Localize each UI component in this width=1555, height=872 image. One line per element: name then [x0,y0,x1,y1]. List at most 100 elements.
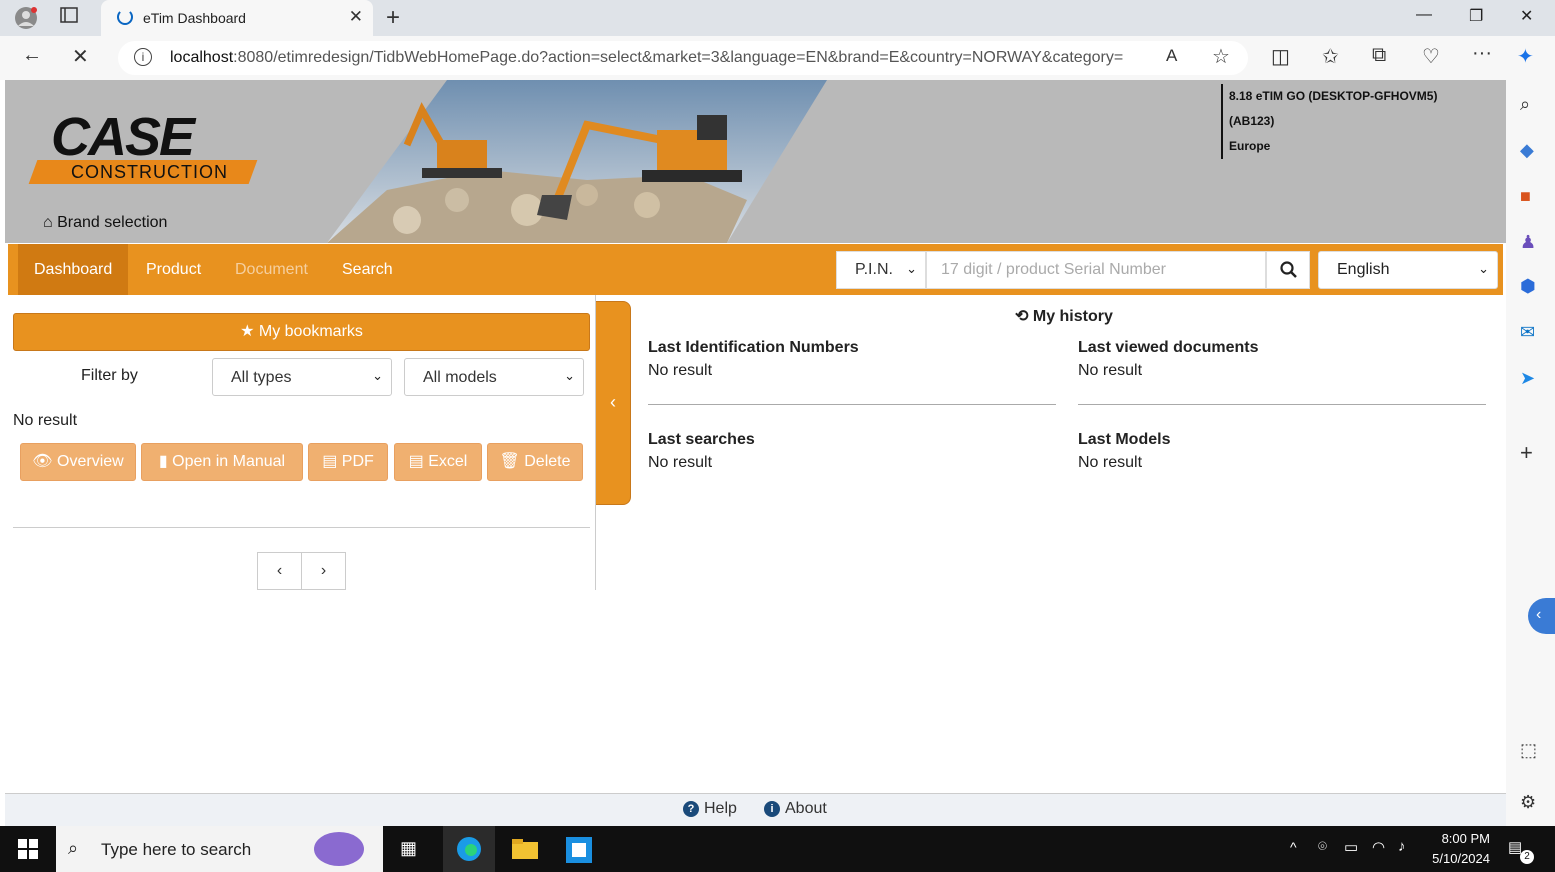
search-icon[interactable]: ⌕ [1520,94,1530,115]
minimize-icon[interactable]: — [1416,6,1432,24]
back-icon[interactable]: ← [22,44,42,67]
split-screen-icon[interactable]: ◫ [1271,44,1290,69]
about-link[interactable]: i About [764,800,827,818]
tray-app-icon[interactable]: ⌾ [1318,838,1327,855]
nav-search[interactable]: Search [326,244,409,295]
search-highlight-icon [314,832,364,866]
excel-button[interactable]: ▤ Excel [394,443,482,481]
stop-loading-icon[interactable]: ✕ [72,44,89,69]
last-identification-numbers-heading: Last Identification Numbers [648,339,859,356]
maximize-icon[interactable]: ❐ [1469,6,1483,26]
language-select[interactable]: English ⌄ [1318,251,1498,289]
browser-essentials-icon[interactable]: ♡ [1422,44,1440,69]
edge-taskbar-button[interactable] [443,826,495,872]
favorite-star-icon[interactable]: ☆ [1212,44,1230,69]
chevron-down-icon: ⌄ [1478,261,1489,276]
chevron-down-icon: ⌄ [564,368,575,383]
search-button[interactable] [1266,251,1310,289]
favorites-icon[interactable]: ✩ [1322,44,1339,69]
sidebar-collapse-icon[interactable]: ‹ [1528,598,1555,634]
screenshot-icon[interactable]: ⬚ [1520,740,1537,761]
clock-date[interactable]: 5/10/2024 [1422,851,1490,866]
tools-icon[interactable]: ■ [1520,186,1531,207]
pdf-file-icon: ▤ [322,453,338,470]
overview-button[interactable]: 👁 Overview [20,443,136,481]
filter-by-label: Filter by [81,367,138,384]
microsoft365-icon[interactable]: ⬢ [1520,276,1536,297]
history-icon: ⟲ [1015,308,1029,325]
help-link[interactable]: ? Help [683,800,737,818]
file-explorer-icon[interactable] [512,839,538,864]
case-logo: CASE [51,107,195,167]
loading-spinner-icon [117,9,133,25]
copilot-icon[interactable]: ✦ [1517,44,1534,69]
close-window-icon[interactable]: ✕ [1520,6,1533,26]
previous-page-button[interactable]: ‹ [257,552,302,590]
url-text: localhost:8080/etimredesign/TidbWebHomeP… [170,49,1124,66]
edge-sidebar: ⌕ ◆ ■ ♟ ⬢ ✉ ➤ + ‹ ⬚ ⚙ [1506,80,1555,826]
type-filter-select[interactable]: All types ⌄ [212,358,392,396]
last-models-heading: Last Models [1078,431,1171,448]
star-icon: ★ [240,323,255,340]
nav-product[interactable]: Product [130,244,217,295]
shopping-tag-icon[interactable]: ◆ [1520,140,1534,161]
notification-count-badge: 2 [1520,850,1534,864]
model-filter-select[interactable]: All models ⌄ [404,358,584,396]
taskbar-search-box[interactable]: ⌕ Type here to search [56,826,383,872]
next-page-button[interactable]: › [301,552,346,590]
address-bar[interactable]: i localhost:8080/etimredesign/TidbWebHom… [118,41,1248,75]
my-bookmarks-button[interactable]: ★ My bookmarks [13,313,590,351]
games-icon[interactable]: ♟ [1520,232,1536,253]
excavator-hero-image [327,80,827,243]
chevron-down-icon: ⌄ [906,261,917,276]
read-aloud-icon[interactable]: A [1166,46,1177,66]
pdf-button[interactable]: ▤ PDF [308,443,388,481]
home-icon: ⌂ [43,214,53,231]
volume-icon[interactable]: ♪ [1398,838,1406,855]
etim-app-icon[interactable] [566,837,592,868]
tab-actions-icon[interactable] [60,6,78,29]
brand-selection-link[interactable]: ⌂ Brand selection [43,214,167,232]
send-icon[interactable]: ➤ [1520,368,1535,389]
last-searches-value: No result [648,454,713,471]
profile-icon[interactable] [14,6,38,35]
nav-document[interactable]: Document [219,244,324,295]
main-navbar: Dashboard Product Document Search P.I.N.… [8,244,1503,295]
tab-title: eTim Dashboard [143,10,246,26]
pin-type-select[interactable]: P.I.N. ⌄ [836,251,926,289]
battery-icon[interactable]: ▭ [1344,838,1358,856]
etim-page: CASE CONSTRUCTION ⌂ Brand selection 8.18… [5,80,1506,826]
collections-icon[interactable]: ⧉ [1372,44,1386,67]
serial-number-input[interactable]: 17 digit / product Serial Number [926,251,1266,289]
bookmarks-panel: ★ My bookmarks Filter by All types ⌄ All… [5,295,596,590]
site-info-icon[interactable]: i [134,48,152,66]
new-tab-icon[interactable]: + [386,4,400,32]
outlook-icon[interactable]: ✉ [1520,322,1535,343]
history-divider [1078,404,1486,405]
clock-time[interactable]: 8:00 PM [1422,831,1490,846]
last-identification-numbers-value: No result [648,362,713,379]
page-footer: ? Help i About [5,793,1506,826]
history-divider [648,404,1056,405]
book-icon: ▮ [158,453,168,470]
version-info: 8.18 eTIM GO (DESKTOP-GFHOVM5) (AB123) E… [1221,84,1437,159]
tray-overflow-icon[interactable]: ^ [1290,839,1297,855]
delete-button[interactable]: 🗑 Delete [487,443,583,481]
active-tab[interactable]: eTim Dashboard ✕ [101,0,373,36]
chevron-down-icon: ⌄ [372,368,383,383]
task-view-icon[interactable]: ▦ [400,838,417,859]
collapse-panel-button[interactable]: ‹ [596,301,631,505]
close-tab-icon[interactable]: ✕ [349,7,363,27]
settings-gear-icon[interactable]: ⚙ [1520,792,1536,813]
windows-start-icon[interactable] [18,839,38,864]
nav-dashboard[interactable]: Dashboard [18,244,129,295]
open-in-manual-button[interactable]: ▮ Open in Manual [141,443,303,481]
last-viewed-documents-heading: Last viewed documents [1078,339,1259,356]
last-viewed-documents-value: No result [1078,362,1143,379]
add-sidebar-app-icon[interactable]: + [1520,440,1533,466]
windows-taskbar: ⌕ Type here to search ▦ ^ ⌾ ▭ ◠ ♪ 8:00 P… [0,826,1555,872]
more-menu-icon[interactable]: ··· [1472,42,1492,65]
wifi-icon[interactable]: ◠ [1372,838,1385,856]
my-history-title: ⟲ My history [1015,308,1113,325]
edge-icon [457,837,481,861]
